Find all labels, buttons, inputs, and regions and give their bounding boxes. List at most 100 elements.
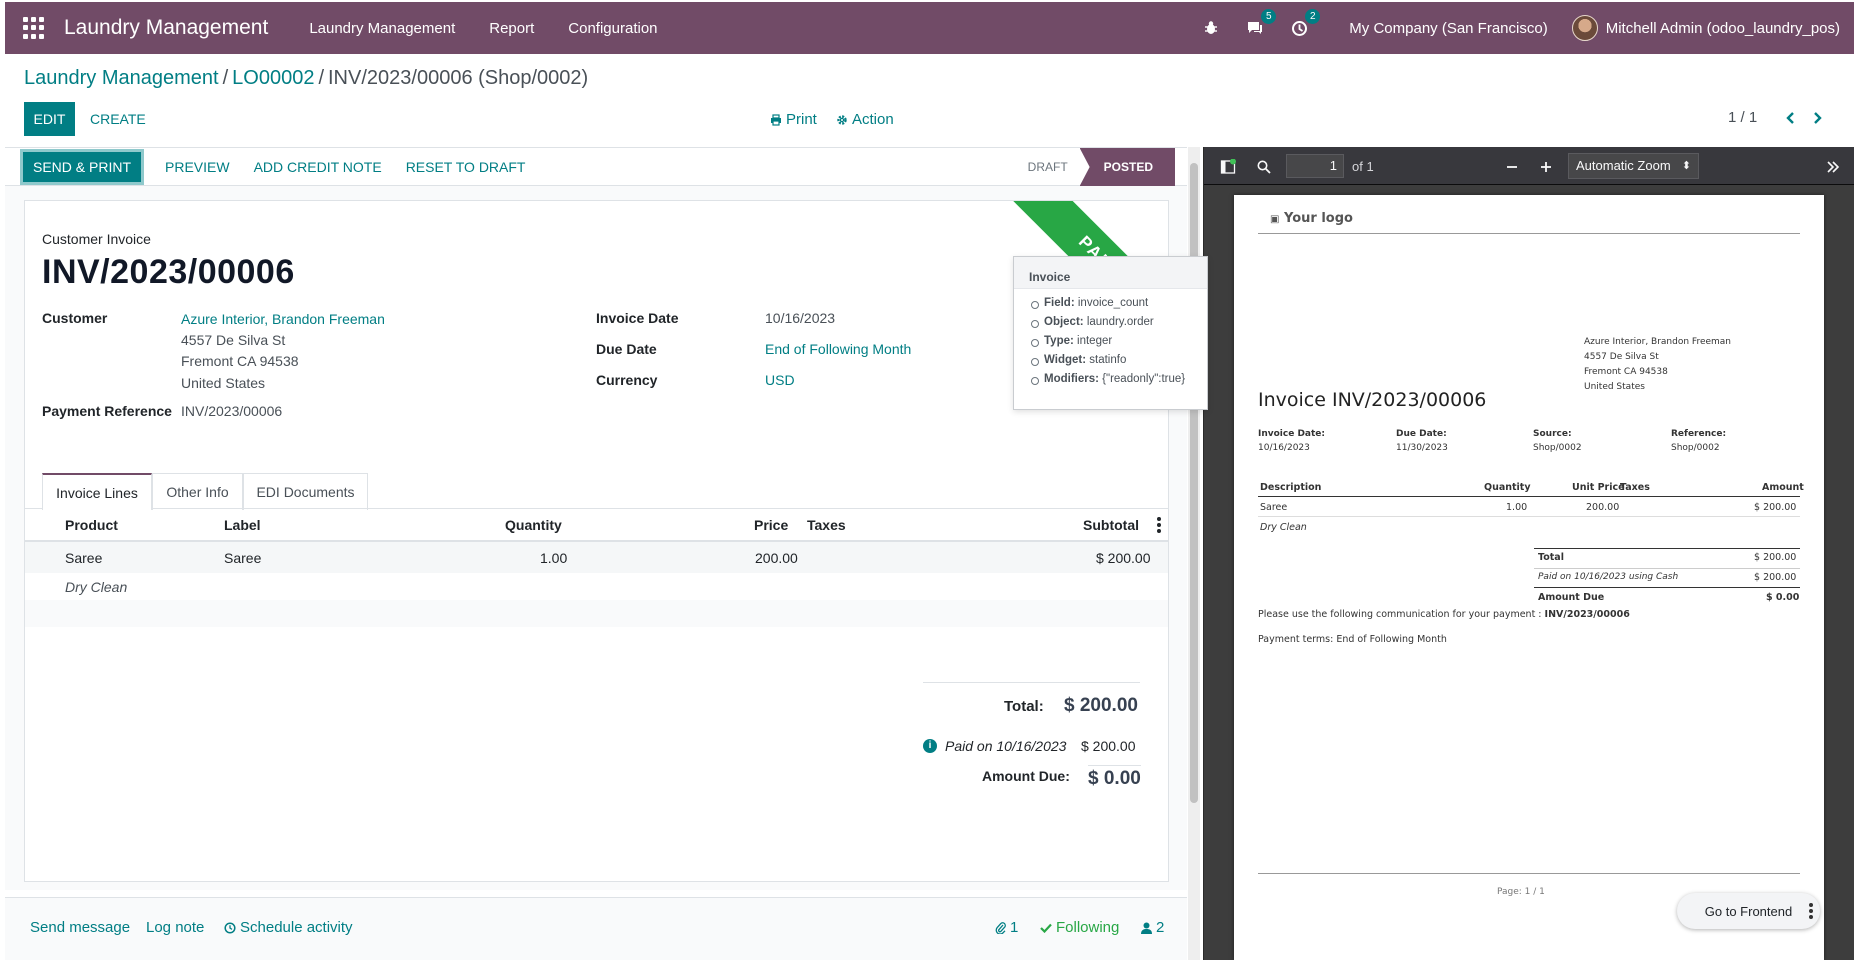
payment-reference-label: Payment Reference — [42, 403, 172, 419]
state-posted[interactable]: POSTED — [1079, 148, 1175, 186]
invoice-form: SEND & PRINT PREVIEW ADD CREDIT NOTE RES… — [5, 147, 1187, 890]
menu-configuration[interactable]: Configuration — [568, 20, 657, 37]
tooltip-item: Object: laundry.order — [1031, 316, 1207, 335]
preview-button[interactable]: PREVIEW — [165, 152, 230, 182]
search-icon[interactable] — [1255, 158, 1273, 176]
pdf-due-line — [1534, 587, 1800, 588]
menu-laundry-management[interactable]: Laundry Management — [309, 20, 455, 37]
tooltip-item: Widget: statinfo — [1031, 354, 1207, 373]
pdf-due-value: $ 0.00 — [1766, 592, 1800, 603]
pdf-col-amount: Amount — [1762, 482, 1804, 493]
tab-invoice-lines[interactable]: Invoice Lines — [42, 473, 152, 510]
zoom-in-icon[interactable] — [1537, 158, 1555, 176]
paid-value: $ 200.00 — [1081, 738, 1136, 754]
zoom-out-icon[interactable] — [1503, 158, 1521, 176]
row-label: Saree — [224, 550, 262, 566]
lines-table-header: Product Label Quantity Price Taxes Subto… — [25, 509, 1168, 542]
following-button[interactable]: Following — [1040, 919, 1119, 936]
info-icon[interactable]: i — [923, 739, 937, 753]
send-message-button[interactable]: Send message — [30, 919, 130, 936]
activities-clock-icon[interactable]: 2 — [1288, 9, 1321, 39]
currency-label: Currency — [596, 372, 658, 388]
pdf-payment-terms: Payment terms: End of Following Month — [1258, 634, 1447, 645]
pdf-due-label: Amount Due — [1538, 592, 1605, 603]
schedule-activity-button[interactable]: Schedule activity — [224, 919, 353, 936]
tab-other-info[interactable]: Other Info — [152, 473, 243, 510]
column-price[interactable]: Price — [754, 517, 788, 533]
attachments-button[interactable]: 1 — [995, 919, 1018, 936]
customer-address-country: United States — [181, 375, 266, 391]
pdf-row-quantity: 1.00 — [1506, 502, 1528, 513]
invoice-date-label: Invoice Date — [596, 310, 679, 326]
optional-columns-icon[interactable] — [1157, 517, 1161, 533]
document-type: Customer Invoice — [42, 231, 151, 247]
messages-icon[interactable]: 5 — [1244, 9, 1277, 39]
more-options-icon[interactable] — [1796, 893, 1826, 929]
user-avatar[interactable] — [1571, 15, 1598, 41]
action-dropdown[interactable]: Action — [836, 111, 894, 128]
pager-value[interactable]: 1 / 1 — [1728, 109, 1757, 126]
breadcrumb-order[interactable]: LO00002 — [232, 67, 314, 89]
menu-report[interactable]: Report — [489, 20, 534, 37]
pdf-page-number-input[interactable]: 1 — [1286, 154, 1344, 178]
company-switcher[interactable]: My Company (San Francisco) — [1349, 20, 1547, 37]
zoom-select[interactable]: Automatic Zoom — [1568, 153, 1699, 179]
app-brand[interactable]: Laundry Management — [64, 16, 268, 40]
state-draft[interactable]: DRAFT — [1016, 160, 1080, 174]
pdf-address-line: Fremont CA 94538 — [1584, 367, 1668, 377]
pdf-meta-value: 10/16/2023 — [1258, 443, 1310, 453]
customer-link[interactable]: Azure Interior, Brandon Freeman — [181, 311, 385, 327]
app-menu-icon[interactable] — [23, 17, 45, 39]
clock-icon — [224, 921, 236, 934]
table-row[interactable]: Saree Saree 1.00 200.00 $ 200.00 — [25, 542, 1168, 573]
column-label[interactable]: Label — [224, 517, 261, 533]
create-button[interactable]: CREATE — [90, 102, 146, 136]
pdf-total-label: Total — [1538, 552, 1564, 563]
breadcrumb: Laundry Management / LO00002/INV/2023/0000… — [24, 67, 589, 89]
double-chevron-right-icon[interactable] — [1824, 158, 1842, 176]
breadcrumb-laundry-management[interactable]: Laundry Management — [24, 67, 219, 89]
tooltip-item: Field: invoice_count — [1031, 297, 1207, 316]
pdf-address-line: United States — [1584, 382, 1645, 392]
pager-previous-icon[interactable] — [1781, 108, 1799, 128]
total-value: $ 200.00 — [1064, 695, 1138, 716]
followers-button[interactable]: 2 — [1141, 919, 1164, 936]
pdf-meta-value: Shop/0002 — [1533, 443, 1582, 453]
pdf-row-amount: $ 200.00 — [1754, 502, 1797, 513]
pdf-col-quantity: Quantity — [1484, 482, 1531, 493]
user-icon — [1141, 922, 1152, 934]
pdf-address-line: 4557 De Silva St — [1584, 352, 1659, 362]
pdf-toolbar: 1 of 1 Automatic Zoom — [1204, 147, 1854, 185]
log-note-button[interactable]: Log note — [146, 919, 204, 936]
pdf-page: ▣ Your logo Azure Interior, Brandon Free… — [1234, 195, 1824, 960]
user-menu[interactable]: Mitchell Admin (odoo_laundry_pos) — [1606, 20, 1840, 37]
messages-badge: 5 — [1261, 9, 1277, 24]
pdf-page-count: of 1 — [1352, 159, 1374, 174]
edit-button[interactable]: EDIT — [24, 102, 75, 136]
paperclip-icon — [995, 922, 1006, 934]
customer-label: Customer — [42, 310, 108, 326]
column-taxes[interactable]: Taxes — [807, 517, 846, 533]
reset-to-draft-button[interactable]: RESET TO DRAFT — [406, 152, 526, 182]
navbar-systray: 5 2 My Company (San Francisco) Mitchell … — [1189, 2, 1854, 54]
due-date-link[interactable]: End of Following Month — [765, 341, 911, 357]
tooltip-title: Invoice — [1014, 257, 1207, 289]
pager-next-icon[interactable] — [1809, 108, 1827, 128]
currency-link[interactable]: USD — [765, 372, 795, 388]
debug-bug-icon[interactable] — [1200, 17, 1222, 39]
tooltip-list: Field: invoice_count Object: laundry.ord… — [1014, 289, 1207, 392]
add-credit-note-button[interactable]: ADD CREDIT NOTE — [254, 152, 382, 182]
pdf-address-line: Azure Interior, Brandon Freeman — [1584, 337, 1732, 347]
column-product[interactable]: Product — [65, 517, 118, 533]
column-subtotal[interactable]: Subtotal — [1083, 517, 1139, 533]
form-statusbar: SEND & PRINT PREVIEW ADD CREDIT NOTE RES… — [5, 148, 1187, 186]
column-quantity[interactable]: Quantity — [505, 517, 562, 533]
paid-label: Paid on 10/16/2023 — [945, 738, 1067, 754]
row-subtotal: $ 200.00 — [1096, 550, 1151, 566]
print-label: Print — [786, 111, 817, 128]
sidebar-toggle-icon[interactable] — [1219, 158, 1237, 176]
tab-edi-documents[interactable]: EDI Documents — [243, 473, 368, 510]
send-print-button[interactable]: SEND & PRINT — [23, 151, 142, 182]
table-row-note[interactable]: Dry Clean — [25, 573, 1168, 600]
print-dropdown[interactable]: Print — [770, 111, 817, 128]
